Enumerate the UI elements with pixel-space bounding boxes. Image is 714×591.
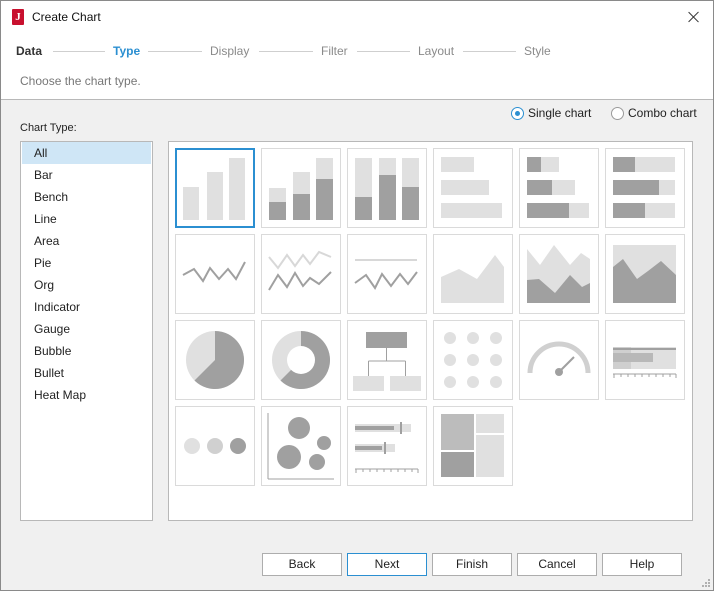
chart-type-item[interactable]: Indicator bbox=[22, 296, 151, 318]
gauge-chart-option[interactable] bbox=[519, 320, 599, 400]
next-button[interactable]: Next bbox=[347, 553, 427, 576]
bubble-row-chart-icon bbox=[184, 438, 246, 454]
step-divider bbox=[53, 51, 105, 52]
close-button[interactable] bbox=[683, 7, 705, 27]
chart-type-item[interactable]: Bubble bbox=[22, 340, 151, 362]
org-chart-icon bbox=[353, 332, 421, 391]
window-title: Create Chart bbox=[32, 10, 101, 24]
stacked-bench-chart-icon bbox=[527, 157, 589, 218]
indicator-dots-icon bbox=[444, 332, 502, 388]
donut-chart-icon bbox=[272, 331, 331, 389]
area-chart-icon bbox=[441, 255, 504, 303]
chart-type-item[interactable]: Org bbox=[22, 274, 151, 296]
stacked-bar-100-chart-option[interactable] bbox=[347, 148, 427, 228]
radio-selected-icon[interactable] bbox=[511, 106, 524, 120]
single-chart-option[interactable]: Single chart bbox=[511, 105, 591, 121]
stacked-area-chart-icon bbox=[527, 245, 590, 303]
chart-type-item[interactable]: Area bbox=[22, 230, 151, 252]
bubble-chart-option[interactable] bbox=[261, 406, 341, 486]
pie-chart-option[interactable] bbox=[175, 320, 255, 400]
heat-map-chart-option[interactable] bbox=[433, 406, 513, 486]
step-divider bbox=[463, 51, 516, 52]
chart-type-item[interactable]: Gauge bbox=[22, 318, 151, 340]
line-chart-option[interactable] bbox=[175, 234, 255, 314]
step-divider bbox=[148, 51, 202, 52]
multi-line-chart-icon bbox=[268, 250, 332, 291]
line-with-reference-chart-icon bbox=[354, 259, 418, 290]
wizard-steps: Data Type Display Filter Layout Style bbox=[1, 41, 713, 61]
chart-type-item[interactable]: Heat Map bbox=[22, 384, 151, 406]
step-description: Choose the chart type. bbox=[20, 74, 141, 88]
chart-type-item[interactable]: Bar bbox=[22, 164, 151, 186]
step-type[interactable]: Type bbox=[113, 44, 140, 58]
chart-type-item[interactable]: Pie bbox=[22, 252, 151, 274]
line-with-reference-chart-option[interactable] bbox=[347, 234, 427, 314]
bullet-chart-icon bbox=[613, 347, 677, 378]
stacked-bar-100-chart-icon bbox=[355, 158, 419, 220]
cancel-button[interactable]: Cancel bbox=[517, 553, 597, 576]
title-bar: J Create Chart bbox=[1, 1, 713, 33]
single-chart-label: Single chart bbox=[528, 106, 592, 120]
chart-type-label: Chart Type: bbox=[20, 122, 77, 134]
step-filter[interactable]: Filter bbox=[321, 44, 348, 58]
line-chart-icon bbox=[182, 261, 246, 283]
stacked-bar-chart-option[interactable] bbox=[261, 148, 341, 228]
bench-chart-icon bbox=[441, 157, 502, 218]
stacked-bench-chart-option[interactable] bbox=[519, 148, 599, 228]
stacked-bench-100-chart-icon bbox=[613, 157, 675, 218]
stacked-bar-chart-icon bbox=[269, 158, 333, 220]
help-button[interactable]: Help bbox=[602, 553, 682, 576]
combo-chart-label: Combo chart bbox=[628, 106, 697, 120]
step-layout[interactable]: Layout bbox=[418, 44, 454, 58]
step-display[interactable]: Display bbox=[210, 44, 249, 58]
resize-grip-icon[interactable] bbox=[700, 577, 710, 587]
combo-chart-option[interactable]: Combo chart bbox=[611, 105, 697, 121]
bubble-chart-icon bbox=[267, 413, 334, 480]
chart-gallery bbox=[168, 141, 693, 521]
step-data[interactable]: Data bbox=[16, 44, 42, 58]
gauge-chart-icon bbox=[527, 341, 591, 376]
bench-chart-option[interactable] bbox=[433, 148, 513, 228]
chart-type-item[interactable]: Bench bbox=[22, 186, 151, 208]
app-logo-icon: J bbox=[12, 9, 24, 25]
radio-unselected-icon[interactable] bbox=[611, 106, 624, 120]
step-style[interactable]: Style bbox=[524, 44, 551, 58]
area-chart-option[interactable] bbox=[433, 234, 513, 314]
bar-chart-option[interactable] bbox=[175, 148, 255, 228]
org-chart-option[interactable] bbox=[347, 320, 427, 400]
step-divider bbox=[357, 51, 410, 52]
back-button[interactable]: Back bbox=[262, 553, 342, 576]
bullet-bars-chart-option[interactable] bbox=[347, 406, 427, 486]
multi-line-chart-option[interactable] bbox=[261, 234, 341, 314]
bar-chart-icon bbox=[183, 158, 245, 220]
area-100-chart-option[interactable] bbox=[605, 234, 685, 314]
indicator-dots-option[interactable] bbox=[433, 320, 513, 400]
bubble-row-chart-option[interactable] bbox=[175, 406, 255, 486]
heat-map-chart-icon bbox=[441, 414, 504, 477]
chart-type-item[interactable]: Line bbox=[22, 208, 151, 230]
stacked-area-chart-option[interactable] bbox=[519, 234, 599, 314]
create-chart-dialog: J Create Chart Data Type Display Filter … bbox=[0, 0, 714, 591]
chart-type-item[interactable]: All bbox=[22, 142, 151, 164]
bullet-bars-chart-icon bbox=[355, 422, 419, 473]
area-100-chart-icon bbox=[613, 245, 676, 303]
chart-type-item[interactable]: Bullet bbox=[22, 362, 151, 384]
chart-type-list[interactable]: All Bar Bench Line Area Pie Org Indicato… bbox=[20, 141, 153, 521]
bullet-chart-option[interactable] bbox=[605, 320, 685, 400]
finish-button[interactable]: Finish bbox=[432, 553, 512, 576]
stacked-bench-100-chart-option[interactable] bbox=[605, 148, 685, 228]
pie-chart-icon bbox=[186, 331, 245, 389]
donut-chart-option[interactable] bbox=[261, 320, 341, 400]
step-divider bbox=[259, 51, 313, 52]
